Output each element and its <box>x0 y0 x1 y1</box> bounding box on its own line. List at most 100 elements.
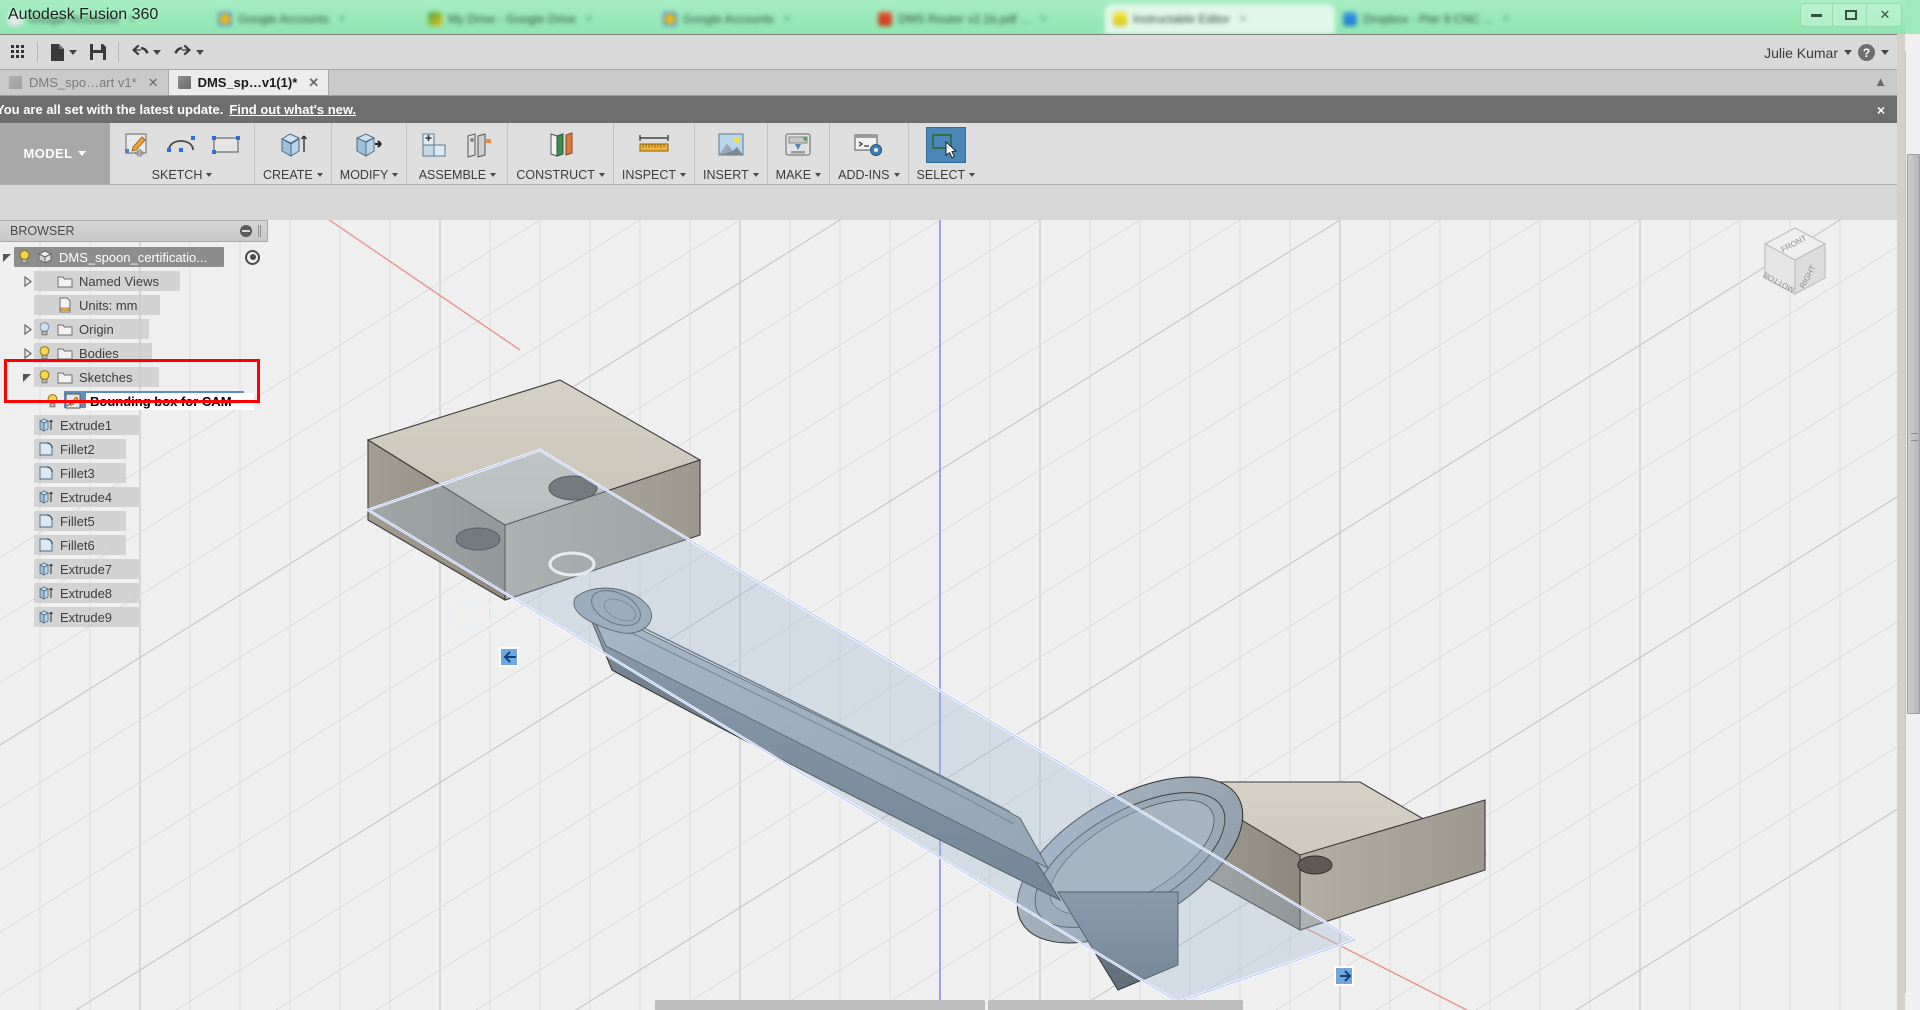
measure-button[interactable] <box>634 127 674 163</box>
panel-grip[interactable] <box>258 225 261 237</box>
close-icon[interactable]: ✕ <box>308 75 319 91</box>
offset-plane-button[interactable] <box>541 127 581 163</box>
close-icon[interactable]: × <box>1040 13 1046 25</box>
tree-item-extrude1[interactable]: Extrude1 <box>0 413 268 437</box>
chevron-down-icon[interactable] <box>969 173 976 177</box>
close-icon[interactable]: × <box>339 13 345 25</box>
tree-item-bodies[interactable]: Bodies <box>0 341 268 365</box>
help-icon[interactable]: ? <box>1858 44 1875 61</box>
tree-item-sketch-rename[interactable] <box>0 389 268 413</box>
chevron-down-icon[interactable] <box>1881 50 1889 55</box>
restore-button[interactable] <box>1835 4 1867 26</box>
activate-component-radio[interactable] <box>245 249 260 265</box>
tree-item-fillet3[interactable]: Fillet3 <box>0 461 268 485</box>
chevron-down-icon[interactable] <box>815 173 822 177</box>
scroll-up-button[interactable] <box>1905 34 1920 51</box>
user-area[interactable]: Julie Kumar ? <box>1764 35 1889 70</box>
3d-viewport[interactable]: BROWSER DMS_spoon_certificatio... Named … <box>0 220 1897 1010</box>
spoon-model[interactable] <box>0 220 1897 1010</box>
chevron-down-icon[interactable] <box>78 151 87 156</box>
close-icon[interactable]: × <box>1503 13 1509 25</box>
close-icon[interactable]: × <box>1877 102 1885 118</box>
ribbon-group-label[interactable]: MODIFY <box>340 168 399 182</box>
ribbon-group-label[interactable]: SELECT <box>917 168 976 182</box>
expand-arrow-icon[interactable] <box>0 252 14 263</box>
spline-button[interactable] <box>162 127 202 163</box>
new-file-button[interactable] <box>43 37 83 67</box>
workspace-selector[interactable]: MODEL <box>0 123 110 184</box>
ribbon-group-label[interactable]: ASSEMBLE <box>419 168 497 182</box>
model-browser-tree[interactable]: DMS_spoon_certificatio... Named Views Un… <box>0 242 268 629</box>
close-icon[interactable]: × <box>586 13 592 25</box>
tree-item-extrude7[interactable]: Extrude7 <box>0 557 268 581</box>
chevron-down-icon[interactable] <box>316 173 323 177</box>
browser-tab-1[interactable]: Google Accounts × <box>210 4 420 34</box>
ribbon-group-label[interactable]: SKETCH <box>152 168 213 182</box>
close-icon[interactable]: × <box>1240 13 1246 25</box>
chevron-down-icon[interactable] <box>196 49 204 55</box>
browser-tab-6[interactable]: Dropbox - Pier 9 CNC ... × <box>1335 4 1550 34</box>
visibility-bulb-icon[interactable] <box>46 394 59 408</box>
navbar-left-group[interactable] <box>654 1000 985 1010</box>
browser-panel-header[interactable]: BROWSER <box>0 220 268 242</box>
visibility-bulb-icon[interactable] <box>38 370 51 384</box>
document-tab-0[interactable]: DMS_spo…art v1* ✕ <box>0 70 169 95</box>
ribbon-group-label[interactable]: ADD-INS <box>838 168 900 182</box>
expand-arrow-icon[interactable] <box>20 275 34 287</box>
rectangle-button[interactable] <box>206 127 246 163</box>
select-button[interactable] <box>925 127 966 163</box>
scrollbar-thumb[interactable] <box>1907 154 1920 714</box>
navbar-right-group[interactable] <box>987 1000 1243 1010</box>
tree-item-units[interactable]: Units: mm <box>0 293 268 317</box>
visibility-bulb-icon[interactable] <box>38 346 51 360</box>
tree-item-fillet5[interactable]: Fillet5 <box>0 509 268 533</box>
collapse-chevron-icon[interactable]: ▲ <box>1874 74 1887 89</box>
chevron-down-icon[interactable] <box>206 173 213 177</box>
joint-button[interactable] <box>459 127 499 163</box>
ribbon-group-label[interactable]: CREATE <box>263 168 323 182</box>
close-icon[interactable]: ✕ <box>148 75 159 91</box>
browser-tab-strip[interactable]: Google Accounts × Google Accounts × My D… <box>0 2 1550 34</box>
expand-arrow-icon[interactable] <box>20 372 34 383</box>
chevron-down-icon[interactable] <box>752 173 759 177</box>
chevron-down-icon[interactable] <box>69 49 77 55</box>
tree-item-extrude4[interactable]: Extrude4 <box>0 485 268 509</box>
undo-button[interactable] <box>124 37 167 67</box>
close-icon[interactable]: × <box>784 13 790 25</box>
tree-item-named-views[interactable]: Named Views <box>0 269 268 293</box>
expand-arrow-icon[interactable] <box>20 323 34 335</box>
create-sketch-button[interactable] <box>118 127 158 163</box>
browser-tab-2[interactable]: My Drive - Google Drive × <box>420 4 655 34</box>
scroll-down-button[interactable] <box>1905 993 1920 1010</box>
browser-scrollbar[interactable] <box>1905 34 1920 1010</box>
tree-item-root[interactable]: DMS_spoon_certificatio... <box>0 245 268 269</box>
bounding-box-sketch[interactable] <box>364 448 1359 1004</box>
tree-item-origin[interactable]: Origin <box>0 317 268 341</box>
app-grid-button[interactable] <box>4 37 32 67</box>
document-tab-1[interactable]: DMS_sp…v1(1)* ✕ <box>168 70 330 95</box>
extrude-button[interactable] <box>273 127 313 163</box>
chevron-down-icon[interactable] <box>392 173 399 177</box>
window-controls[interactable]: ✕ <box>1800 3 1902 27</box>
visibility-bulb-icon[interactable] <box>38 322 51 336</box>
close-button[interactable]: ✕ <box>1869 4 1901 26</box>
visibility-bulb-icon[interactable] <box>18 250 31 264</box>
scripts-addins-button[interactable] <box>849 127 889 163</box>
press-pull-button[interactable] <box>349 127 389 163</box>
ribbon-group-label[interactable]: INSERT <box>703 168 759 182</box>
chevron-down-icon[interactable] <box>680 173 687 177</box>
chevron-down-icon[interactable] <box>1844 50 1852 55</box>
collapse-circle-icon[interactable] <box>240 225 252 237</box>
redo-button[interactable] <box>167 37 210 67</box>
tree-item-fillet6[interactable]: Fillet6 <box>0 533 268 557</box>
new-component-button[interactable] <box>415 127 455 163</box>
whats-new-link[interactable]: Find out what's new. <box>229 102 356 117</box>
chevron-down-icon[interactable] <box>893 173 900 177</box>
insert-image-button[interactable] <box>711 127 751 163</box>
browser-tab-3[interactable]: Google Accounts × <box>655 4 870 34</box>
browser-tab-5[interactable]: Instructable Editor × <box>1105 4 1335 34</box>
browser-tab-4[interactable]: DMS Router v2.1b.pdf ... × <box>870 4 1105 34</box>
chevron-down-icon[interactable] <box>490 173 497 177</box>
chevron-down-icon[interactable] <box>598 173 605 177</box>
3d-print-button[interactable] <box>778 127 818 163</box>
